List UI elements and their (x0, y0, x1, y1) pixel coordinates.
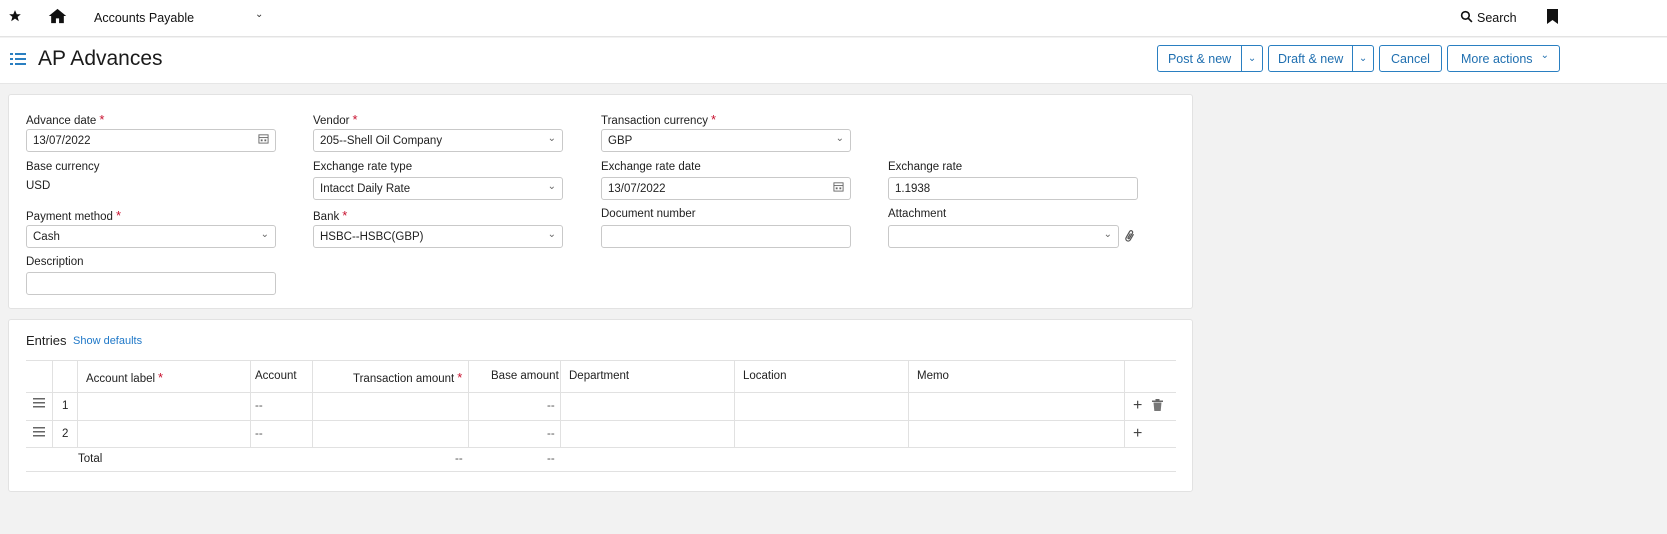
base-amount-cell: -- (547, 428, 555, 440)
add-row-icon[interactable]: + (1133, 425, 1142, 443)
bank-select[interactable]: HSBC--HSBC(GBP) ⌄ (313, 225, 563, 248)
payment-method-label: Payment method * (26, 208, 121, 223)
chevron-down-icon: ⌄ (547, 181, 556, 192)
exchange-rate-date-field[interactable]: 13/07/2022 (601, 177, 851, 200)
column-transaction-amount: Transaction amount * (353, 370, 463, 385)
row-number: 1 (62, 400, 69, 412)
page-header: AP Advances Post & new ⌄ Draft & new ⌄ C… (0, 38, 1667, 84)
page-title: AP Advances (38, 47, 163, 70)
chevron-down-icon: ⌄ (1103, 229, 1112, 240)
chevron-down-icon: ⌄ (547, 229, 556, 240)
total-base-amount: -- (547, 453, 555, 465)
row-number: 2 (62, 428, 69, 440)
search-icon[interactable] (1460, 10, 1473, 26)
vendor-select[interactable]: 205--Shell Oil Company ⌄ (313, 129, 563, 152)
drag-handle-icon[interactable] (33, 427, 45, 440)
module-chevron-down-icon[interactable]: ⌄ (255, 9, 263, 20)
entries-title: Entries (26, 333, 67, 348)
show-defaults-link[interactable]: Show defaults (73, 335, 142, 347)
exchange-rate-label: Exchange rate (888, 161, 963, 173)
base-amount-cell: -- (547, 400, 555, 412)
column-base-amount: Base amount (491, 370, 559, 382)
exchange-rate-type-select[interactable]: Intacct Daily Rate ⌄ (313, 177, 563, 200)
document-number-label: Document number (601, 208, 696, 220)
top-bar: Accounts Payable ⌄ Search (0, 0, 1667, 37)
favorites-star-icon[interactable] (8, 9, 22, 26)
calendar-icon[interactable] (258, 133, 269, 147)
column-location: Location (743, 370, 787, 382)
advance-date-label: Advance date * (26, 112, 105, 127)
entries-grid: Account label * Account Transaction amoun… (26, 360, 1176, 472)
post-new-split-button[interactable]: Post & new ⌄ (1157, 45, 1263, 72)
base-currency-label: Base currency (26, 161, 100, 173)
calendar-icon[interactable] (833, 181, 844, 195)
attachment-label: Attachment (888, 208, 947, 220)
paperclip-icon[interactable] (1124, 229, 1136, 247)
account-cell[interactable]: -- (255, 428, 263, 440)
add-row-icon[interactable]: + (1133, 397, 1142, 415)
draft-new-button[interactable]: Draft & new (1269, 46, 1354, 71)
advance-date-field[interactable]: 13/07/2022 (26, 129, 276, 152)
column-account: Account (255, 370, 297, 382)
home-icon[interactable] (48, 8, 67, 27)
column-memo: Memo (917, 370, 949, 382)
chevron-down-icon: ⌄ (835, 133, 844, 144)
description-label: Description (26, 256, 84, 268)
draft-new-chevron-down-icon[interactable]: ⌄ (1353, 46, 1373, 71)
column-account-label: Account label * (86, 370, 164, 385)
vendor-label: Vendor * (313, 112, 358, 127)
more-actions-chevron-down-icon: ⌄ (1540, 50, 1549, 61)
account-cell[interactable]: -- (255, 400, 263, 412)
draft-new-split-button[interactable]: Draft & new ⌄ (1268, 45, 1374, 72)
drag-handle-icon[interactable] (33, 398, 45, 411)
list-menu-icon[interactable] (10, 52, 26, 69)
trash-icon[interactable] (1152, 399, 1163, 414)
post-new-button[interactable]: Post & new (1158, 46, 1243, 71)
document-number-input[interactable] (601, 225, 851, 248)
chevron-down-icon: ⌄ (547, 133, 556, 144)
total-transaction-amount: -- (455, 453, 463, 465)
more-actions-button[interactable]: More actions ⌄ (1447, 45, 1560, 72)
exchange-rate-input[interactable]: 1.1938 (888, 177, 1138, 200)
column-department: Department (569, 370, 630, 382)
transaction-currency-select[interactable]: GBP ⌄ (601, 129, 851, 152)
total-label: Total (78, 453, 103, 465)
post-new-chevron-down-icon[interactable]: ⌄ (1242, 46, 1262, 71)
module-name[interactable]: Accounts Payable (94, 11, 194, 25)
bookmark-icon[interactable] (1547, 9, 1558, 27)
chevron-down-icon: ⌄ (260, 229, 269, 240)
transaction-currency-label: Transaction currency * (601, 112, 717, 127)
attachment-select[interactable]: ⌄ (888, 225, 1119, 248)
payment-method-select[interactable]: Cash ⌄ (26, 225, 276, 248)
cancel-button[interactable]: Cancel (1379, 45, 1442, 72)
base-currency-value: USD (26, 180, 51, 192)
description-input[interactable] (26, 272, 276, 295)
search-label[interactable]: Search (1477, 11, 1517, 25)
exchange-rate-date-label: Exchange rate date (601, 161, 701, 173)
bank-label: Bank * (313, 208, 348, 223)
more-actions-label: More actions (1461, 51, 1533, 66)
exchange-rate-type-label: Exchange rate type (313, 161, 413, 173)
